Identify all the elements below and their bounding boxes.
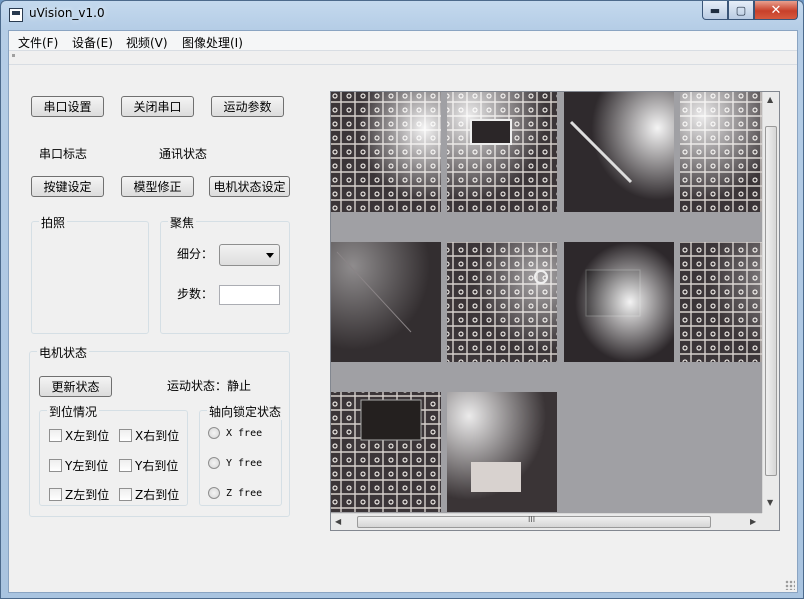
thumbnail-7[interactable] [564,242,674,362]
scroll-corner [762,513,779,530]
checkbox-box[interactable] [119,429,132,442]
subdiv-label: 细分： [177,247,214,261]
motor-state-set-button[interactable]: 电机状态设定 [209,176,290,197]
scroll-right-arrow-icon[interactable]: ▶ [750,517,756,526]
serial-settings-button[interactable]: 串口设置 [31,96,104,117]
checkbox-x-right[interactable]: X右到位 [119,427,179,444]
window-title: uVision_v1.0 [29,6,105,20]
maximize-button[interactable]: ▢ [728,1,754,20]
focus-group [160,221,290,334]
title-bar[interactable]: uVision_v1.0 ▬ ▢ ✕ [1,1,803,30]
scroll-grip-icon: III [528,515,536,524]
horizontal-scrollbar[interactable]: ◀ III ▶ [331,513,762,530]
radio-x-free[interactable]: X free [208,427,262,439]
motion-status-label: 运动状态：静止 [167,379,252,393]
radio-y-free[interactable]: Y free [208,457,262,469]
checkbox-label: Z右到位 [135,488,180,502]
subdiv-combo[interactable] [219,244,280,266]
checkbox-box[interactable] [119,488,132,501]
scroll-up-arrow-icon[interactable]: ▲ [767,95,773,104]
menu-file[interactable]: 文件(F) [15,33,61,52]
checkbox-box[interactable] [119,459,132,472]
serial-flag-label: 串口标志 [39,147,88,161]
menu-bar: 文件(F) 设备(E) 视频(V) 图像处理(I) [9,31,797,51]
checkbox-z-right[interactable]: Z右到位 [119,486,179,503]
checkbox-y-right[interactable]: Y右到位 [119,457,178,474]
position-group-title: 到位情况 [47,403,100,420]
thumbnail-1[interactable] [331,92,441,212]
radio-dot[interactable] [208,427,220,439]
photo-group-title: 拍照 [39,214,68,231]
thumbnail-10[interactable] [447,392,557,512]
thumbnail-2[interactable] [447,92,557,212]
radio-label: X free [226,427,263,439]
steps-label: 步数： [177,287,214,301]
checkbox-label: X右到位 [135,429,180,443]
app-icon [9,8,23,22]
checkbox-y-left[interactable]: Y左到位 [49,457,108,474]
checkbox-label: Z左到位 [65,488,110,502]
checkbox-box[interactable] [49,459,62,472]
key-settings-button[interactable]: 按键设定 [31,176,104,197]
vertical-scrollbar[interactable]: ▲ ▼ [762,92,779,513]
resize-grip-icon[interactable] [785,580,795,590]
motor-state-group-title: 电机状态 [37,344,90,361]
radio-label: Y free [226,457,263,469]
model-correct-button[interactable]: 模型修正 [121,176,194,197]
checkbox-label: X左到位 [65,429,110,443]
minimize-button[interactable]: ▬ [702,1,728,20]
toolbar-strip [9,51,797,65]
checkbox-box[interactable] [49,488,62,501]
caption-buttons: ▬ ▢ ✕ [702,1,798,21]
scroll-down-arrow-icon[interactable]: ▼ [767,498,773,507]
menu-image-processing[interactable]: 图像处理(I) [179,33,246,52]
horizontal-scroll-thumb[interactable]: III [357,515,711,528]
close-serial-button[interactable]: 关闭串口 [121,96,194,117]
comm-status-label: 通讯状态 [159,147,208,161]
menu-device[interactable]: 设备(E) [69,33,116,52]
radio-z-free[interactable]: Z free [208,487,262,499]
client-area: 文件(F) 设备(E) 视频(V) 图像处理(I) 串口设置 关闭串口 运动参数… [8,30,798,593]
chevron-down-icon [266,253,274,258]
radio-dot[interactable] [208,487,220,499]
thumbnail-9[interactable] [331,392,441,512]
thumbnail-3[interactable] [564,92,674,212]
toolbar-grip[interactable] [12,54,15,57]
checkbox-label: Y右到位 [135,459,179,473]
checkbox-x-left[interactable]: X左到位 [49,427,109,444]
close-button[interactable]: ✕ [754,1,798,20]
checkbox-box[interactable] [49,429,62,442]
photo-group [31,221,149,334]
refresh-state-button[interactable]: 更新状态 [39,376,112,397]
thumbnail-5[interactable] [331,242,441,362]
menu-video[interactable]: 视频(V) [123,33,171,52]
motion-params-button[interactable]: 运动参数 [211,96,284,117]
steps-input[interactable] [219,285,280,305]
radio-label: Z free [226,487,263,499]
image-viewer[interactable] [330,91,780,531]
axis-lock-group-title: 轴向锁定状态 [207,403,284,420]
thumbnail-grid [331,92,779,512]
thumbnail-6[interactable] [447,242,557,362]
checkbox-label: Y左到位 [65,459,109,473]
checkbox-z-left[interactable]: Z左到位 [49,486,109,503]
scroll-left-arrow-icon[interactable]: ◀ [335,517,341,526]
focus-group-title: 聚焦 [168,214,197,231]
radio-dot[interactable] [208,457,220,469]
vertical-scroll-thumb[interactable] [765,126,777,476]
main-window: uVision_v1.0 ▬ ▢ ✕ 文件(F) 设备(E) 视频(V) 图像处… [0,0,804,599]
